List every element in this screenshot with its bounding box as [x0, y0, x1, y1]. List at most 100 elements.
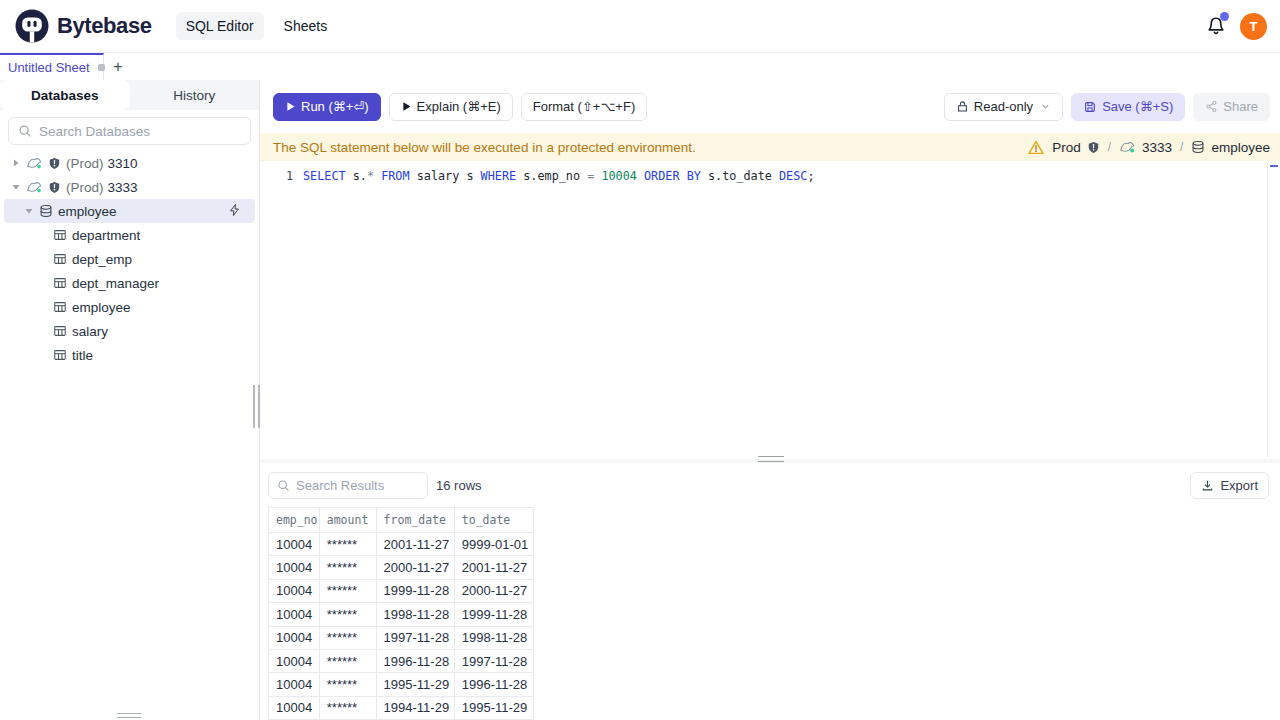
results-table-header: emp_noamountfrom_dateto_date [269, 508, 534, 533]
sidebar: Databases History Search Databases (Prod… [0, 80, 260, 720]
results-search-placeholder: Search Results [296, 478, 384, 493]
brand-name: Bytebase [57, 13, 152, 39]
instance-label: 3333 [1119, 139, 1172, 155]
download-icon [1201, 479, 1214, 492]
share-button[interactable]: Share [1193, 93, 1270, 121]
table-icon [53, 348, 67, 362]
notification-bell[interactable] [1206, 16, 1226, 36]
table-icon [53, 276, 67, 290]
warning-icon [1028, 140, 1044, 155]
result-row[interactable]: 10004******1994-11-291995-11-29 [269, 696, 534, 719]
table-icon [53, 228, 67, 242]
results-drag-handle[interactable] [758, 456, 784, 462]
sidebar-resize-handle[interactable] [117, 713, 141, 718]
database-tree: (Prod)3310(Prod)3333employeedepartmentde… [0, 151, 259, 367]
nav-sheets[interactable]: Sheets [274, 12, 338, 40]
add-sheet-button[interactable]: + [106, 53, 130, 80]
top-bar: Bytebase SQL Editor Sheets T [0, 0, 1280, 53]
sql-code: SELECT s.* FROM salary s WHERE s.emp_no … [293, 166, 815, 186]
sql-editor[interactable]: 1 SELECT s.* FROM salary s WHERE s.emp_n… [260, 161, 1280, 459]
search-icon [277, 479, 290, 492]
tab-history[interactable]: History [130, 80, 260, 110]
results-table-body: 10004******2001-11-279999-01-0110004****… [269, 533, 534, 720]
tree-item-employee[interactable]: employee [4, 199, 255, 223]
database-icon [39, 204, 53, 218]
database-icon [1191, 140, 1205, 154]
sidebar-tabs: Databases History [0, 80, 259, 110]
shield-icon [48, 181, 61, 194]
tree-item-title[interactable]: title [4, 343, 255, 367]
save-icon [1083, 100, 1097, 114]
bytebase-logo[interactable]: Bytebase [14, 8, 152, 44]
table-icon [53, 300, 67, 314]
environment-label: Prod [1052, 140, 1100, 155]
banner-message: The SQL statement below will be executed… [273, 140, 696, 155]
unsaved-dot-icon [98, 64, 105, 71]
protected-env-banner: The SQL statement below will be executed… [260, 133, 1280, 161]
lock-icon [956, 100, 969, 113]
result-row[interactable]: 10004******2001-11-279999-01-01 [269, 533, 534, 556]
column-header-amount[interactable]: amount [319, 508, 376, 533]
column-header-to_date[interactable]: to_date [454, 508, 533, 533]
tree-item-3310[interactable]: (Prod)3310 [4, 151, 255, 175]
database-search[interactable]: Search Databases [8, 117, 251, 145]
code-line: 1 SELECT s.* FROM salary s WHERE s.emp_n… [260, 161, 1280, 186]
save-button[interactable]: Save (⌘+S) [1071, 93, 1185, 121]
chevron-down-icon [12, 183, 20, 191]
row-count: 16 rows [436, 478, 482, 493]
overview-cursor-mark [1270, 165, 1278, 167]
top-nav: SQL Editor Sheets [176, 12, 338, 40]
results-panel: Search Results 16 rows Export emp_noamou… [260, 463, 1280, 720]
readonly-mode-button[interactable]: Read-only [944, 93, 1063, 121]
format-button[interactable]: Format (⇧+⌥+F) [521, 93, 647, 121]
results-search[interactable]: Search Results [268, 472, 428, 499]
line-number: 1 [260, 166, 293, 186]
results-toolbar: Search Results 16 rows Export [260, 463, 1280, 507]
editor-toolbar: Run (⌘+⏎) Explain (⌘+E) Format (⇧+⌥+F) R… [260, 80, 1280, 133]
tree-item-3333[interactable]: (Prod)3333 [4, 175, 255, 199]
play-icon [401, 101, 412, 112]
tab-databases[interactable]: Databases [0, 80, 130, 110]
tree-item-dept_emp[interactable]: dept_emp [4, 247, 255, 271]
avatar[interactable]: T [1240, 13, 1267, 40]
results-table: emp_noamountfrom_dateto_date 10004******… [268, 507, 534, 720]
notification-dot [1220, 12, 1229, 21]
result-row[interactable]: 10004******1998-11-281999-11-28 [269, 603, 534, 626]
table-icon [53, 324, 67, 338]
chevron-down-icon [25, 207, 33, 215]
shield-icon [48, 157, 61, 170]
play-icon [285, 101, 296, 112]
mysql-icon [26, 155, 43, 171]
column-header-emp_no[interactable]: emp_no [269, 508, 320, 533]
tree-item-employee[interactable]: employee [4, 295, 255, 319]
sheet-tab-untitled[interactable]: Untitled Sheet [0, 53, 104, 80]
run-button[interactable]: Run (⌘+⏎) [273, 93, 381, 121]
sheet-tab-title: Untitled Sheet [8, 60, 90, 75]
share-icon [1205, 100, 1218, 113]
tree-item-dept_manager[interactable]: dept_manager [4, 271, 255, 295]
bytebase-logo-icon [14, 8, 50, 44]
explain-button[interactable]: Explain (⌘+E) [389, 93, 513, 121]
tree-item-department[interactable]: department [4, 223, 255, 247]
connection-breadcrumb: Prod / 3333 / employee [1028, 139, 1270, 155]
result-row[interactable]: 10004******2000-11-272001-11-27 [269, 556, 534, 579]
result-row[interactable]: 10004******1997-11-281998-11-28 [269, 626, 534, 649]
shield-icon [1087, 141, 1100, 154]
format-bolt-icon [228, 203, 241, 217]
column-header-from_date[interactable]: from_date [376, 508, 454, 533]
separator: / [1108, 140, 1111, 154]
result-row[interactable]: 10004******1996-11-281997-11-28 [269, 649, 534, 672]
chevron-down-icon [1040, 101, 1051, 112]
tree-item-salary[interactable]: salary [4, 319, 255, 343]
result-row[interactable]: 10004******1995-11-291996-11-28 [269, 673, 534, 696]
chevron-right-icon [12, 159, 20, 167]
search-placeholder: Search Databases [39, 124, 150, 139]
separator: / [1180, 140, 1183, 154]
export-button[interactable]: Export [1190, 472, 1269, 499]
nav-sql-editor[interactable]: SQL Editor [176, 12, 264, 40]
panel-split-handle[interactable] [253, 385, 260, 428]
mysql-icon [26, 179, 43, 195]
result-row[interactable]: 10004******1999-11-282000-11-27 [269, 579, 534, 602]
overview-ruler [1267, 163, 1268, 457]
database-label: employee [1191, 140, 1270, 155]
